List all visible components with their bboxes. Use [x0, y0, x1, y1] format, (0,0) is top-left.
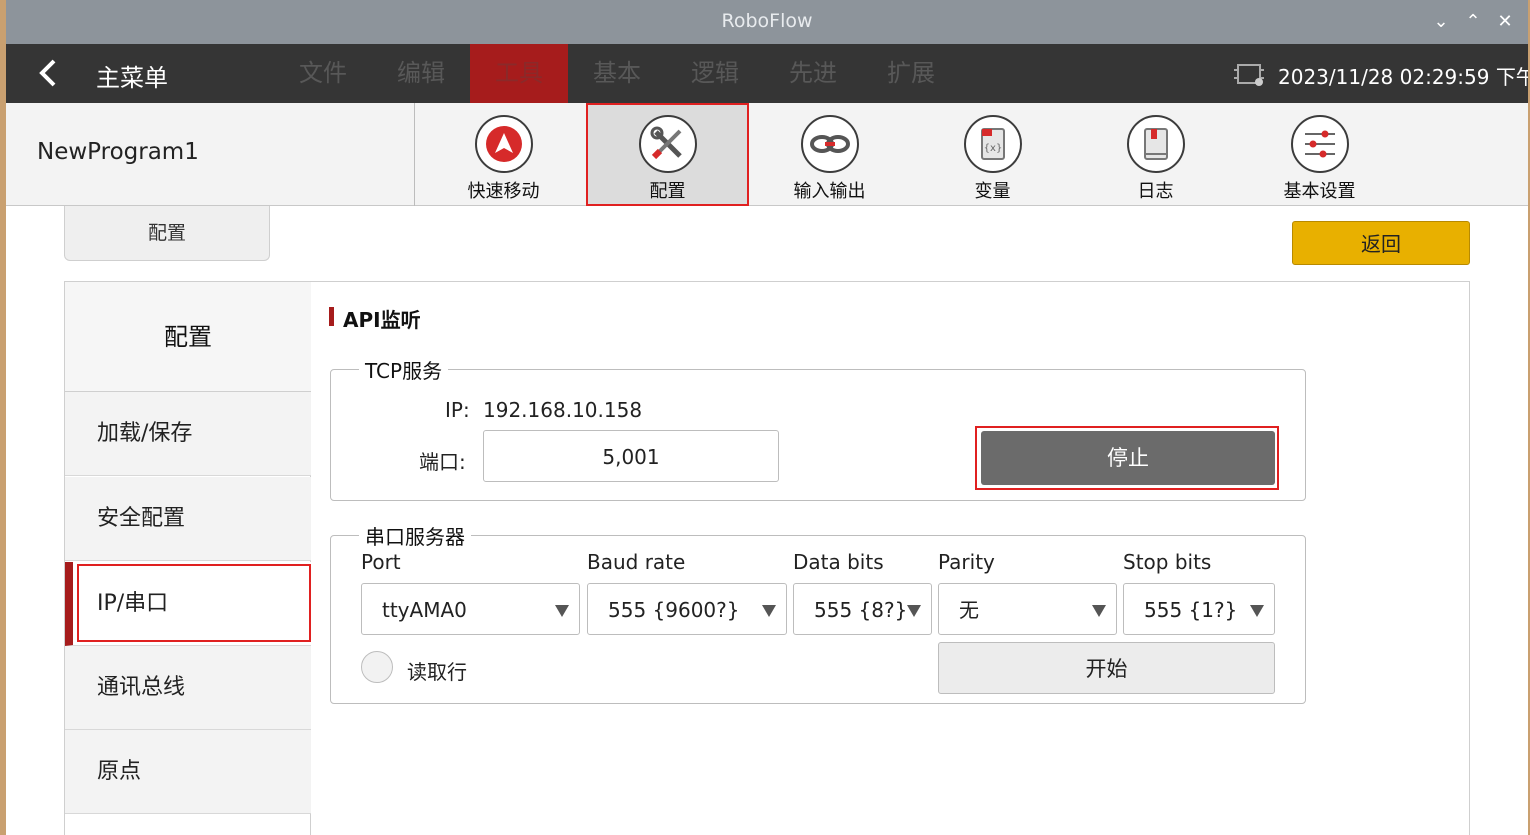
read-line-radio[interactable] [361, 651, 393, 683]
baud-rate-select[interactable]: 555 {9600?} [587, 583, 787, 635]
tool-io[interactable]: 输入输出 [748, 103, 911, 206]
stop-bits-column-label: Stop bits [1123, 550, 1212, 574]
ip-value: 192.168.10.158 [483, 398, 643, 422]
dropdown-arrow-icon [907, 605, 921, 617]
chevron-left-icon [39, 59, 56, 87]
tool-label: 日志 [1137, 181, 1174, 202]
baud-rate-column-label: Baud rate [587, 550, 686, 574]
sidebar-item-label: 安全配置 [97, 506, 186, 531]
ip-label: IP: [445, 398, 470, 422]
menu-bar: 主菜单 文件 编辑 工具 基本 逻辑 先进 扩展 2023/11/28 02:2… [6, 44, 1528, 103]
tab-extend[interactable]: 扩展 [862, 44, 960, 103]
tool-quick-move[interactable]: 快速移动 [422, 103, 585, 206]
window-title: RoboFlow [721, 10, 813, 32]
io-link-icon [801, 115, 859, 173]
config-panel: 配置 加载/保存 安全配置 IP/串口 通讯总线 原点 API监听 TCP服务 … [64, 281, 1470, 835]
data-bits-column-label: Data bits [793, 550, 884, 574]
cpu-status [1232, 61, 1266, 87]
main-menu-title: 主菜单 [96, 64, 168, 92]
minimize-icon: ⌄ [1433, 11, 1449, 32]
log-book-icon [1127, 115, 1185, 173]
tab-config[interactable]: 配置 [64, 206, 270, 261]
port-label: 端口: [419, 450, 466, 474]
toolbar: NewProgram1 快速移动 配置 输入输出 {x} 变量 日志 基本设置 [6, 103, 1528, 206]
title-bar: RoboFlow ⌄ ⌃ ✕ [6, 0, 1528, 44]
tab-edit[interactable]: 编辑 [372, 44, 470, 103]
dropdown-arrow-icon [1092, 605, 1106, 617]
baud-rate-select-value: 555 {9600?} [608, 598, 740, 622]
tool-config[interactable]: 配置 [586, 103, 749, 206]
svg-text:{x}: {x} [984, 143, 1003, 154]
port-input[interactable]: 5,001 [483, 430, 779, 482]
wrench-screwdriver-icon [639, 115, 697, 173]
port-select[interactable]: ttyAMA0 [361, 583, 580, 635]
port-column-label: Port [361, 550, 401, 574]
program-name-area: NewProgram1 [6, 103, 415, 206]
sidebar-item-fieldbus[interactable]: 通讯总线 [65, 646, 311, 730]
program-name: NewProgram1 [37, 139, 199, 165]
tool-label: 输入输出 [793, 181, 866, 202]
variable-icon: {x} [964, 115, 1022, 173]
tab-logic[interactable]: 逻辑 [666, 44, 764, 103]
stop-bits-select[interactable]: 555 {1?} [1123, 583, 1275, 635]
dropdown-arrow-icon [555, 605, 569, 617]
quick-move-icon [475, 115, 533, 173]
sidebar-item-label: 加载/保存 [97, 421, 193, 446]
port-select-value: ttyAMA0 [382, 598, 467, 622]
sidebar-item-label: 原点 [97, 759, 142, 784]
maximize-button[interactable]: ⌃ [1460, 8, 1486, 36]
data-bits-select-value: 555 {8?} [814, 598, 908, 622]
highlight-box [77, 564, 311, 642]
serial-legend: 串口服务器 [359, 521, 471, 550]
datetime-display: 2023/11/28 02:29:59 下午 [1278, 65, 1528, 89]
tool-label: 快速移动 [467, 181, 540, 202]
tool-label: 变量 [974, 181, 1011, 202]
section-title: API监听 [329, 304, 421, 333]
sidebar-item-safety[interactable]: 安全配置 [65, 477, 311, 561]
close-button[interactable]: ✕ [1492, 8, 1518, 36]
app-window: RoboFlow ⌄ ⌃ ✕ 主菜单 文件 编辑 工具 基本 逻辑 先进 扩展 [6, 0, 1528, 835]
tab-tools[interactable]: 工具 [470, 44, 568, 103]
tab-file[interactable]: 文件 [274, 44, 372, 103]
serial-server-group: 串口服务器 Port Baud rate Data bits Parity St… [330, 521, 1306, 704]
return-button[interactable]: 返回 [1292, 221, 1470, 265]
dropdown-arrow-icon [762, 605, 776, 617]
sidebar-item-ip-serial[interactable]: IP/串口 [65, 562, 311, 646]
stop-button[interactable]: 停止 [981, 431, 1275, 485]
minimize-button[interactable]: ⌄ [1428, 8, 1454, 36]
tcp-service-group: TCP服务 IP: 192.168.10.158 端口: 5,001 停止 [330, 355, 1306, 501]
tab-advanced[interactable]: 先进 [764, 44, 862, 103]
tool-variables[interactable]: {x} 变量 [911, 103, 1074, 206]
tool-basic-settings[interactable]: 基本设置 [1238, 103, 1401, 206]
close-icon: ✕ [1497, 11, 1513, 32]
sidebar-header: 配置 [65, 282, 311, 392]
tcp-legend: TCP服务 [359, 355, 449, 384]
read-line-label: 读取行 [407, 660, 467, 684]
maximize-icon: ⌃ [1465, 11, 1481, 32]
start-button[interactable]: 开始 [938, 642, 1275, 694]
tool-label: 配置 [649, 181, 686, 202]
tool-log[interactable]: 日志 [1074, 103, 1237, 206]
cpu-icon [1234, 64, 1264, 86]
sliders-icon [1291, 115, 1349, 173]
data-bits-select[interactable]: 555 {8?} [793, 583, 932, 635]
dropdown-arrow-icon [1250, 605, 1264, 617]
sidebar-item-origin[interactable]: 原点 [65, 730, 311, 814]
tab-basic[interactable]: 基本 [568, 44, 666, 103]
back-button[interactable] [34, 56, 62, 90]
tool-label: 基本设置 [1283, 181, 1356, 202]
sidebar-item-label: 通讯总线 [97, 675, 186, 700]
sidebar-item-load-save[interactable]: 加载/保存 [65, 392, 311, 476]
parity-select[interactable]: 无 [938, 583, 1117, 635]
config-sidebar: 配置 加载/保存 安全配置 IP/串口 通讯总线 原点 [65, 282, 311, 835]
parity-column-label: Parity [938, 550, 995, 574]
stop-bits-select-value: 555 {1?} [1144, 598, 1238, 622]
parity-select-value: 无 [959, 598, 979, 622]
